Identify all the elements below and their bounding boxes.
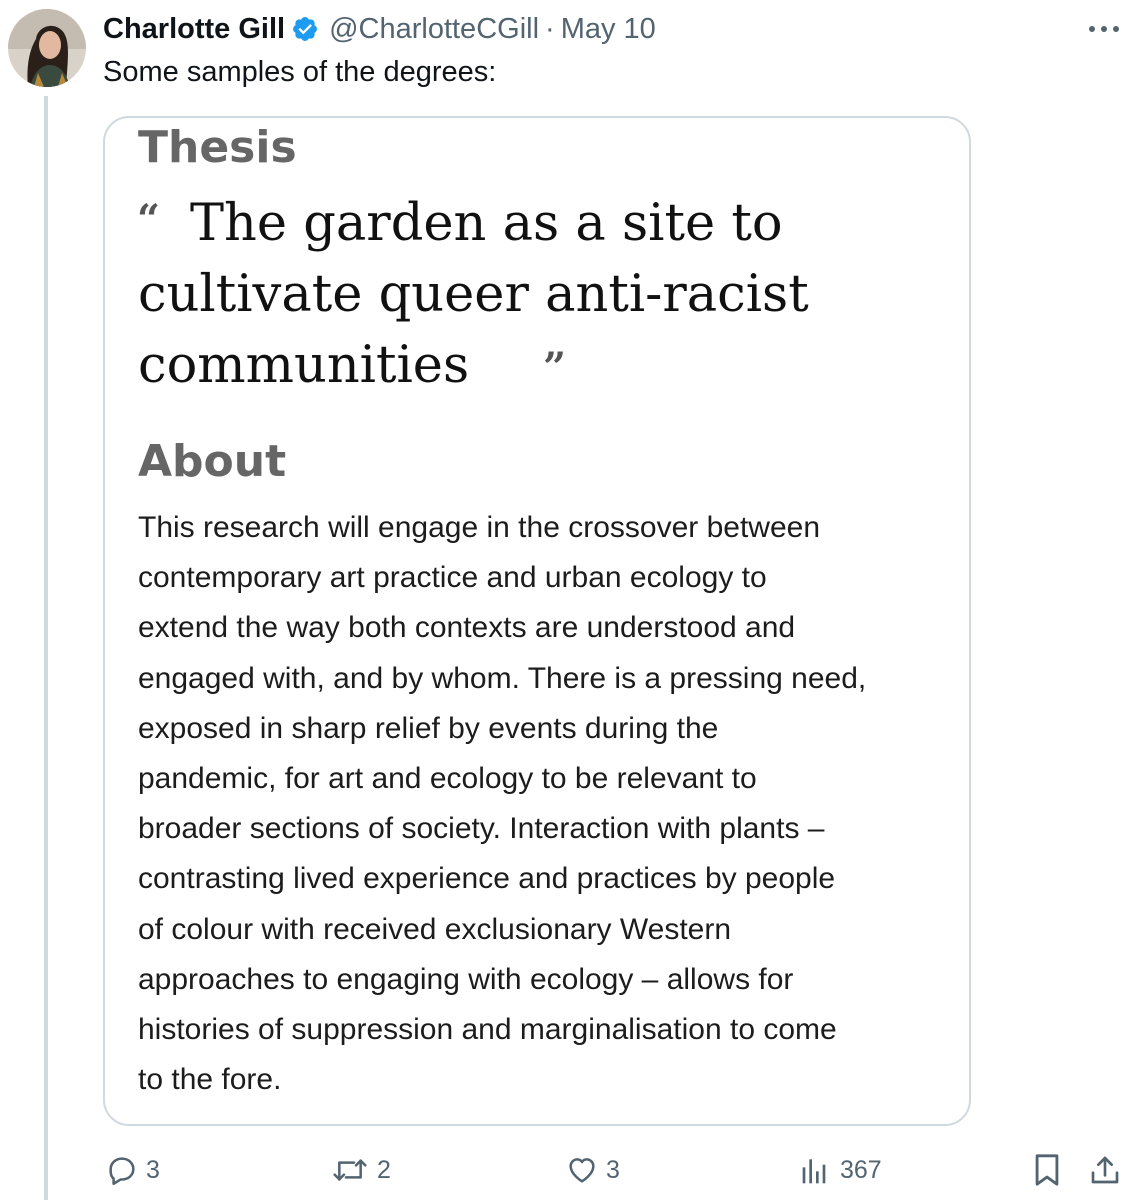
header-separator: · (545, 12, 555, 45)
about-line: approaches to engaging with ecology – al… (138, 962, 794, 996)
about-line: broader sections of society. Interaction… (138, 812, 825, 846)
about-line: extend the way both contexts are underst… (138, 611, 796, 645)
thesis-title-line: communities (138, 336, 470, 395)
reply-button[interactable]: 3 (106, 1148, 160, 1192)
author-handle[interactable]: @CharlotteCGill (329, 13, 539, 46)
share-button[interactable] (1090, 1148, 1120, 1192)
tweet-header: Charlotte Gill @CharlotteCGill · May 10 (103, 9, 656, 49)
repost-button[interactable]: 2 (331, 1148, 391, 1192)
media-card[interactable]: Thesis “ The garden as a site to cultiva… (103, 116, 971, 1126)
thesis-label: Thesis (138, 122, 297, 173)
about-line: pandemic, for art and ecology to be rele… (138, 762, 757, 796)
verified-badge-icon (291, 15, 319, 43)
about-line: contrasting lived experience and practic… (138, 862, 836, 896)
about-line: contemporary art practice and urban ecol… (138, 561, 767, 595)
share-icon (1090, 1154, 1120, 1186)
views-icon (800, 1154, 832, 1186)
reply-icon (106, 1154, 138, 1186)
repost-count: 2 (377, 1155, 391, 1184)
about-line: to the fore. (138, 1063, 282, 1097)
about-line: This research will engage in the crossov… (138, 511, 821, 544)
bookmark-button[interactable] (1032, 1148, 1062, 1192)
thread-line (44, 96, 48, 1200)
about-line: engaged with, and by whom. There is a pr… (138, 661, 867, 695)
like-icon (566, 1154, 598, 1186)
close-quote-mark: ” (543, 344, 567, 391)
about-line: exposed in sharp relief by events during… (138, 711, 719, 745)
repost-icon (331, 1154, 369, 1186)
about-line: histories of suppression and marginalisa… (138, 1013, 837, 1047)
like-button[interactable]: 3 (566, 1148, 620, 1192)
about-text: This research will engage in the crossov… (138, 503, 958, 1105)
like-count: 3 (606, 1155, 620, 1184)
views-count: 367 (840, 1155, 882, 1184)
author-name[interactable]: Charlotte Gill (103, 13, 285, 46)
thesis-title-line: cultivate queer anti-racist (138, 265, 809, 324)
reply-count: 3 (146, 1155, 160, 1184)
thesis-title: The garden as a site to cultivate queer … (138, 188, 938, 401)
bookmark-icon (1032, 1153, 1062, 1187)
tweet-text: Some samples of the degrees: (103, 56, 497, 88)
tweet-date[interactable]: May 10 (561, 13, 656, 46)
about-label: About (138, 436, 287, 487)
views-button[interactable]: 367 (800, 1148, 882, 1192)
thesis-title-line: The garden as a site to (190, 194, 783, 253)
action-bar: 3 2 3 367 (0, 1148, 1127, 1192)
about-line: of colour with received exclusionary Wes… (138, 912, 732, 946)
more-icon[interactable] (1084, 14, 1124, 44)
avatar[interactable] (8, 9, 86, 87)
